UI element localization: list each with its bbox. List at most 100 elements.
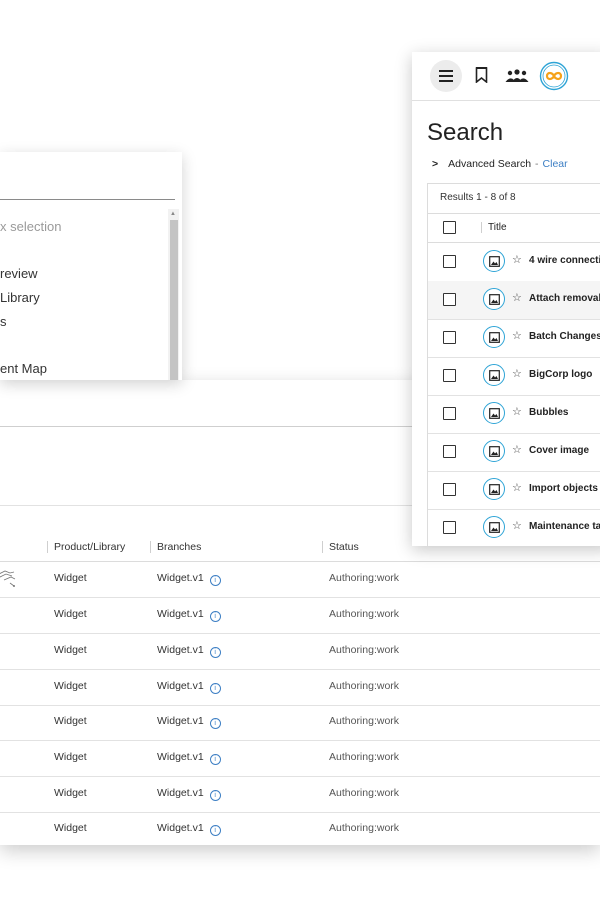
select-all-checkbox[interactable] <box>443 221 456 234</box>
row-checkbox[interactable] <box>443 483 456 496</box>
scroll-up-icon[interactable]: ▲ <box>170 211 176 217</box>
select-placeholder[interactable]: x selection <box>0 219 61 234</box>
table-row[interactable]: Widget Widget.v1 i Authoring:work <box>0 776 600 813</box>
result-row[interactable]: ☆ BigCorp logo <box>427 357 600 396</box>
info-icon[interactable]: i <box>209 647 221 658</box>
result-title[interactable]: Maintenance tal <box>529 521 600 532</box>
info-icon[interactable]: i <box>209 575 221 586</box>
advanced-search-toggle[interactable]: > Advanced Search - Clear <box>432 158 568 170</box>
branch-cell[interactable]: Widget.v1 i <box>157 822 221 836</box>
top-navigation-bar <box>412 52 600 101</box>
image-icon <box>483 364 505 386</box>
table-row[interactable]: Widget Widget.v1 i Authoring:work <box>0 740 600 777</box>
table-row[interactable]: Widget Widget.v1 i Authoring:work <box>0 597 600 634</box>
scrollbar-thumb[interactable] <box>170 220 178 380</box>
status-cell: Authoring:work <box>329 572 400 584</box>
table-row[interactable]: Widget Widget.v1 i Authoring:work <box>0 704 600 741</box>
image-icon <box>483 326 505 348</box>
branch-cell[interactable]: Widget.v1 i <box>157 608 221 622</box>
star-icon[interactable]: ☆ <box>512 253 522 266</box>
separator: - <box>535 158 539 170</box>
status-cell: Authoring:work <box>329 715 400 727</box>
result-row[interactable]: ☆ Batch Changes <box>427 319 600 358</box>
result-row[interactable]: ☆ 4 wire connectio <box>427 243 600 282</box>
results-table-header: Title <box>427 212 600 243</box>
column-header-branches[interactable]: Branches <box>150 541 201 553</box>
result-row[interactable]: ☆ Import objects c <box>427 471 600 510</box>
row-checkbox[interactable] <box>443 255 456 268</box>
advanced-search-label[interactable]: Advanced Search <box>448 158 531 170</box>
product-cell: Widget <box>54 715 87 727</box>
row-checkbox[interactable] <box>443 293 456 306</box>
column-header-status[interactable]: Status <box>322 541 359 553</box>
table-row[interactable]: Widget Widget.v1 i Authoring:work <box>0 811 600 847</box>
info-icon[interactable]: i <box>209 825 221 836</box>
people-icon[interactable] <box>505 69 529 82</box>
branch-cell[interactable]: Widget.v1 i <box>157 572 221 586</box>
product-cell: Widget <box>54 680 87 692</box>
result-row[interactable]: ☆ Maintenance tal <box>427 509 600 546</box>
chevron-right-icon[interactable]: > <box>432 158 438 170</box>
row-checkbox[interactable] <box>443 331 456 344</box>
product-cell: Widget <box>54 751 87 763</box>
info-icon[interactable]: i <box>209 790 221 801</box>
info-icon[interactable]: i <box>209 683 221 694</box>
column-header-product[interactable]: Product/Library <box>47 541 125 553</box>
result-title[interactable]: Batch Changes <box>529 331 600 342</box>
star-icon[interactable]: ☆ <box>512 329 522 342</box>
thumbnail-sketch-icon <box>0 570 16 587</box>
row-checkbox[interactable] <box>443 445 456 458</box>
clear-link[interactable]: Clear <box>543 158 568 170</box>
info-icon[interactable]: i <box>209 611 221 622</box>
star-icon[interactable]: ☆ <box>512 443 522 456</box>
result-title[interactable]: Attach removab <box>529 293 600 304</box>
image-icon <box>483 516 505 538</box>
row-checkbox[interactable] <box>443 521 456 534</box>
menu-button[interactable] <box>430 60 462 92</box>
result-row[interactable]: ☆ Bubbles <box>427 395 600 434</box>
star-icon[interactable]: ☆ <box>512 519 522 532</box>
dropdown-option[interactable]: Library <box>0 290 40 305</box>
status-cell: Authoring:work <box>329 787 400 799</box>
result-title[interactable]: 4 wire connectio <box>529 255 600 266</box>
table-row[interactable]: Widget Widget.v1 i Authoring:work <box>0 669 600 706</box>
menu-icon <box>439 70 453 82</box>
table-row[interactable]: Widget Widget.v1 i Authoring:work <box>0 561 600 598</box>
branch-cell[interactable]: Widget.v1 i <box>157 644 221 658</box>
bookmark-icon[interactable] <box>475 67 488 83</box>
image-icon <box>483 402 505 424</box>
table-row[interactable]: Widget Widget.v1 i Authoring:work <box>0 633 600 670</box>
app-logo[interactable] <box>539 61 569 91</box>
info-icon[interactable]: i <box>209 754 221 765</box>
result-title[interactable]: Cover image <box>529 445 589 456</box>
select-field-underline <box>0 199 175 200</box>
result-row[interactable]: ☆ Attach removab <box>427 281 600 320</box>
result-row[interactable]: ☆ Cover image <box>427 433 600 472</box>
branch-cell[interactable]: Widget.v1 i <box>157 715 221 729</box>
result-title[interactable]: Import objects c <box>529 483 600 494</box>
branch-cell[interactable]: Widget.v1 i <box>157 751 221 765</box>
page-title: Search <box>427 119 504 146</box>
status-cell: Authoring:work <box>329 680 400 692</box>
result-title[interactable]: Bubbles <box>529 407 568 418</box>
status-cell: Authoring:work <box>329 608 400 620</box>
image-icon <box>483 478 505 500</box>
result-title[interactable]: BigCorp logo <box>529 369 592 380</box>
star-icon[interactable]: ☆ <box>512 481 522 494</box>
product-cell: Widget <box>54 644 87 656</box>
star-icon[interactable]: ☆ <box>512 367 522 380</box>
selection-dropdown-panel: x selection review Library s ent Map ▲ <box>0 152 182 380</box>
branch-cell[interactable]: Widget.v1 i <box>157 787 221 801</box>
branch-cell[interactable]: Widget.v1 i <box>157 680 221 694</box>
column-header-title[interactable]: Title <box>481 222 507 233</box>
dropdown-option[interactable]: review <box>0 266 38 281</box>
info-icon[interactable]: i <box>209 718 221 729</box>
row-checkbox[interactable] <box>443 407 456 420</box>
status-cell: Authoring:work <box>329 822 400 834</box>
star-icon[interactable]: ☆ <box>512 291 522 304</box>
dropdown-option[interactable]: s <box>0 314 7 329</box>
dropdown-option[interactable]: ent Map <box>0 361 47 376</box>
row-checkbox[interactable] <box>443 369 456 382</box>
star-icon[interactable]: ☆ <box>512 405 522 418</box>
image-icon <box>483 250 505 272</box>
